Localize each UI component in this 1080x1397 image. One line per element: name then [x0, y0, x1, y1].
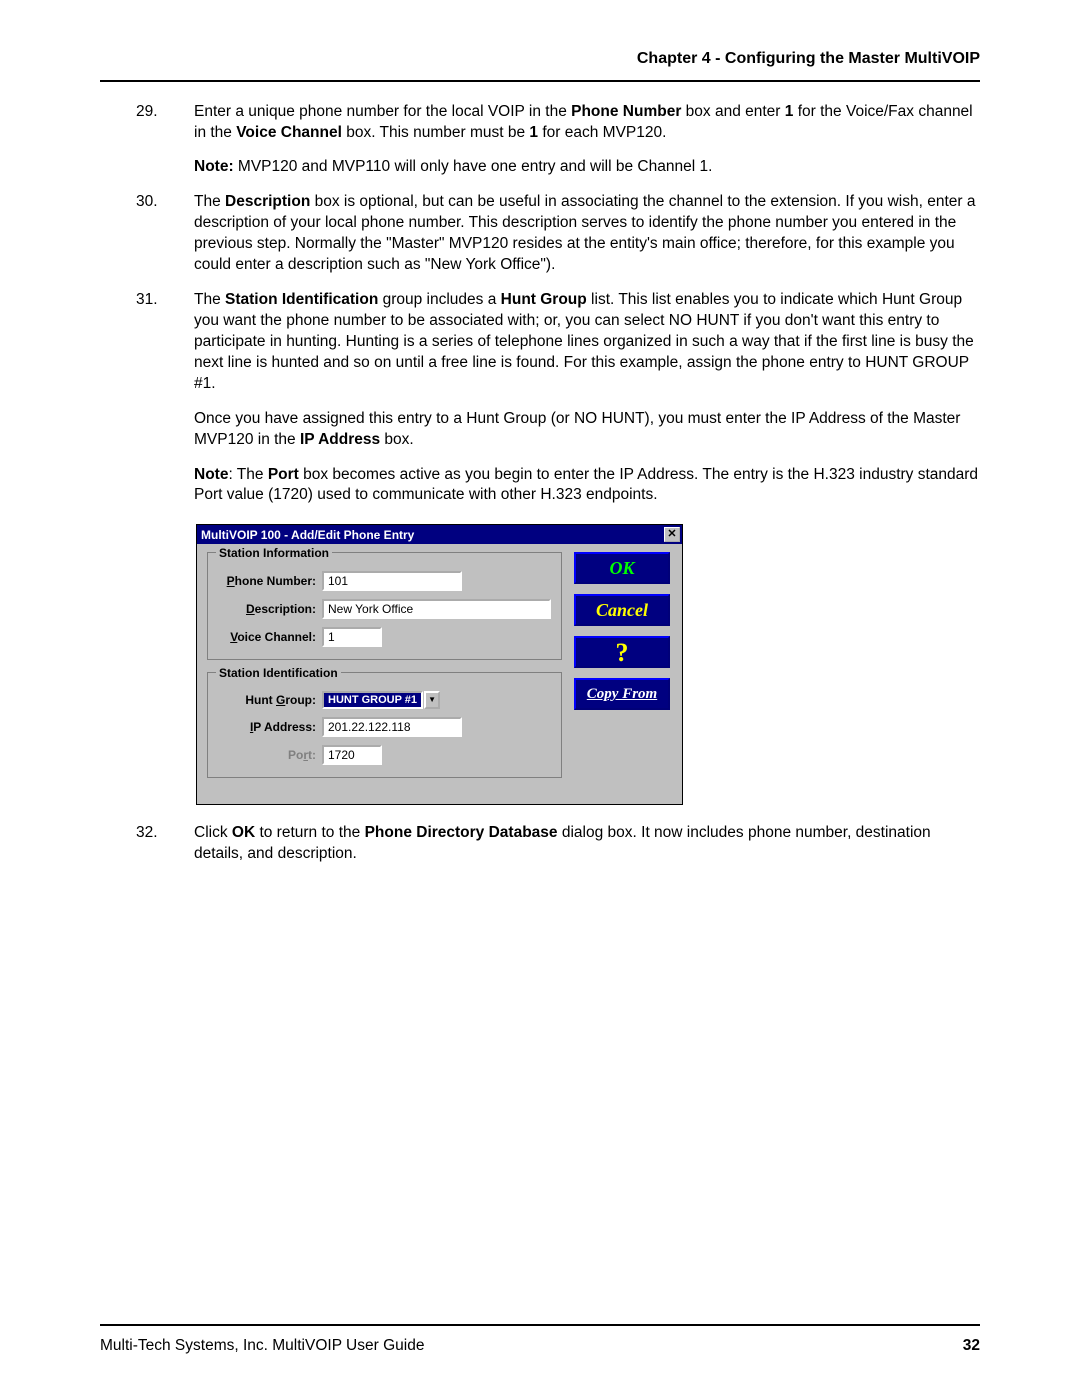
step-29: 29. Enter a unique phone number for the … — [136, 102, 980, 179]
station-information-group: Station Information Phone Number: 101 De… — [207, 552, 562, 660]
step-note: Note: MVP120 and MVP110 will only have o… — [194, 157, 980, 178]
port-input[interactable]: 1720 — [322, 745, 382, 765]
step-31: 31. The Station Identification group inc… — [136, 290, 980, 506]
step-number: 32. — [136, 823, 194, 865]
chevron-down-icon: ▼ — [428, 695, 436, 706]
chapter-title: Chapter 4 - Configuring the Master Multi… — [637, 50, 980, 67]
add-edit-phone-dialog: MultiVOIP 100 - Add/Edit Phone Entry ✕ S… — [196, 524, 683, 805]
phone-number-input[interactable]: 101 — [322, 571, 462, 591]
group-legend: Station Identification — [216, 665, 341, 681]
footer-title: Multi-Tech Systems, Inc. MultiVOIP User … — [100, 1336, 424, 1357]
cancel-button[interactable]: Cancel — [574, 594, 670, 626]
voice-channel-input[interactable]: 1 — [322, 627, 382, 647]
group-legend: Station Information — [216, 545, 332, 561]
hunt-group-label: Hunt Group: — [218, 692, 322, 708]
step-32: 32. Click OK to return to the Phone Dire… — [136, 823, 980, 865]
step-number: 30. — [136, 192, 194, 276]
ip-address-input[interactable]: 201.22.122.118 — [322, 717, 462, 737]
dialog-titlebar: MultiVOIP 100 - Add/Edit Phone Entry ✕ — [197, 525, 682, 544]
step-body: The Description box is optional, but can… — [194, 192, 980, 276]
station-identification-group: Station Identification Hunt Group: HUNT … — [207, 672, 562, 778]
step-paragraph: Enter a unique phone number for the loca… — [194, 102, 980, 144]
step-number: 29. — [136, 102, 194, 179]
voice-channel-label: Voice Channel: — [218, 629, 322, 645]
close-button[interactable]: ✕ — [664, 527, 680, 542]
dropdown-button[interactable]: ▼ — [424, 691, 440, 709]
description-input[interactable]: New York Office — [322, 599, 551, 619]
step-body: Enter a unique phone number for the loca… — [194, 102, 980, 179]
help-icon: ? — [616, 635, 629, 670]
page-footer: Multi-Tech Systems, Inc. MultiVOIP User … — [100, 1324, 980, 1357]
ok-button[interactable]: OK — [574, 552, 670, 584]
step-body: Click OK to return to the Phone Director… — [194, 823, 980, 865]
step-number: 31. — [136, 290, 194, 506]
close-icon: ✕ — [667, 529, 676, 540]
ip-address-label: IP Address: — [218, 719, 322, 735]
step-note: Note: The Port box becomes active as you… — [194, 465, 980, 507]
page-header: Chapter 4 - Configuring the Master Multi… — [100, 48, 980, 82]
help-button[interactable]: ? — [574, 636, 670, 668]
step-paragraph: Click OK to return to the Phone Director… — [194, 823, 980, 865]
phone-number-label: Phone Number: — [218, 573, 322, 589]
dialog-screenshot: MultiVOIP 100 - Add/Edit Phone Entry ✕ S… — [196, 524, 683, 805]
copy-from-button[interactable]: Copy From — [574, 678, 670, 710]
step-paragraph: The Description box is optional, but can… — [194, 192, 980, 276]
port-label: Port: — [218, 747, 322, 763]
step-paragraph: Once you have assigned this entry to a H… — [194, 409, 980, 451]
step-paragraph: The Station Identification group include… — [194, 290, 980, 395]
hunt-group-select[interactable]: HUNT GROUP #1 — [322, 691, 423, 709]
page-number: 32 — [963, 1336, 980, 1357]
step-body: The Station Identification group include… — [194, 290, 980, 506]
step-30: 30. The Description box is optional, but… — [136, 192, 980, 276]
description-label: Description: — [218, 601, 322, 617]
dialog-title: MultiVOIP 100 - Add/Edit Phone Entry — [201, 527, 414, 543]
